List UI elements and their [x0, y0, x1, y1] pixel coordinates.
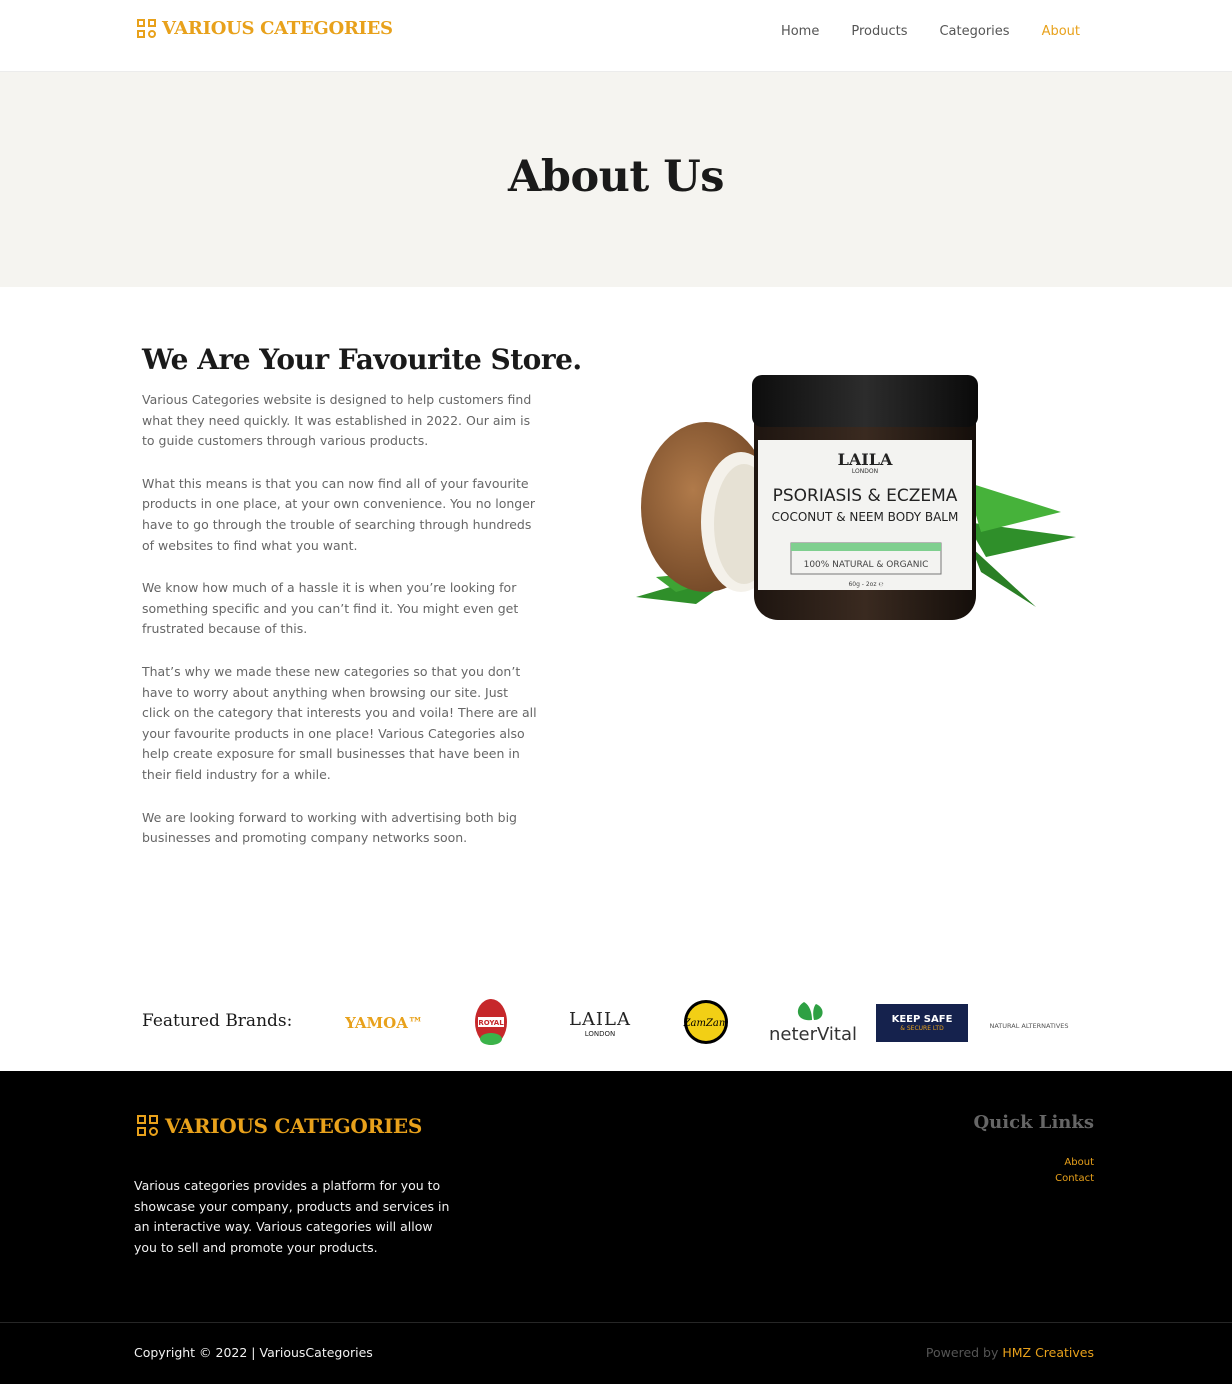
brand-logo-text: LAILA — [568, 1008, 631, 1030]
nav-about[interactable]: About — [1042, 24, 1080, 39]
main-nav: Home Products Categories About — [781, 24, 1080, 39]
footer-divider — [0, 1322, 1232, 1323]
nav-products[interactable]: Products — [851, 24, 907, 39]
brand-logo-yamoa[interactable]: YAMOA™ — [338, 1008, 430, 1038]
hero-banner: About Us — [0, 72, 1232, 287]
nav-categories[interactable]: Categories — [939, 24, 1009, 39]
brand-logo-natural-alternatives[interactable]: NATURAL ALTERNATIVES — [980, 1016, 1078, 1036]
about-paragraph: We know how much of a hassle it is when … — [142, 580, 519, 637]
site-logo[interactable]: VARIOUS CATEGORIES — [137, 18, 393, 39]
copyright: Copyright © 2022 | VariousCategories — [134, 1345, 373, 1360]
product-line1: PSORIASIS & ECZEMA — [773, 486, 958, 506]
brand-logo-sub: & SECURE LTD — [900, 1025, 944, 1032]
brand-logo-text: KEEP SAFE — [891, 1014, 953, 1025]
site-logo-text: VARIOUS CATEGORIES — [162, 18, 393, 39]
brand-logo-text: ZamZam — [683, 1018, 729, 1029]
brand-logo-laila[interactable]: LAILA LONDON — [558, 1002, 642, 1044]
brand-logo-keepsafe[interactable]: KEEP SAFE & SECURE LTD — [876, 1004, 968, 1042]
product-brand-sub: LONDON — [852, 468, 878, 475]
product-line2: COCONUT & NEEM BODY BALM — [772, 510, 959, 524]
about-text: Various Categories website is designed t… — [142, 390, 537, 871]
brand-logo-sub: LONDON — [584, 1029, 616, 1038]
brand-logo-text: YAMOA™ — [345, 1014, 423, 1032]
brand-logo-zamzam[interactable]: ZamZam — [682, 1000, 730, 1044]
site-header: VARIOUS CATEGORIES Home Products Categor… — [0, 0, 1232, 72]
product-weight: 60g - 2oz ℮ — [848, 581, 883, 588]
brand-logo-text: NATURAL ALTERNATIVES — [989, 1022, 1069, 1030]
about-paragraph: We are looking forward to working with a… — [142, 809, 517, 846]
brand-logo-royal[interactable]: ROYAL — [470, 997, 512, 1047]
powered-by: Powered by HMZ Creatives — [926, 1345, 1094, 1360]
footer-logo[interactable]: VARIOUS CATEGORIES — [137, 1114, 422, 1138]
footer-link-about[interactable]: About — [1055, 1155, 1094, 1171]
product-image: LAILA LONDON PSORIASIS & ECZEMA COCONUT … — [636, 372, 1080, 628]
featured-brands-label: Featured Brands: — [142, 1011, 293, 1031]
brand-logo-netervital[interactable]: neterVital — [764, 998, 862, 1046]
jar-icon: LAILA LONDON PSORIASIS & ECZEMA COCONUT … — [752, 375, 978, 620]
powered-by-prefix: Powered by — [925, 1345, 999, 1360]
quick-links-title: Quick Links — [973, 1112, 1095, 1133]
grid-icon — [137, 1115, 159, 1137]
page-title: About Us — [508, 152, 724, 202]
quick-links: About Contact — [1055, 1155, 1094, 1187]
footer-logo-text: VARIOUS CATEGORIES — [165, 1114, 422, 1138]
product-illustration: LAILA LONDON PSORIASIS & ECZEMA COCONUT … — [636, 375, 1076, 620]
grid-icon — [137, 18, 157, 39]
product-badge: 100% NATURAL & ORGANIC — [804, 560, 929, 570]
about-paragraph: What this means is that you can now find… — [142, 475, 536, 553]
about-paragraph: That’s why we made these new categories … — [142, 663, 537, 782]
footer-link-contact[interactable]: Contact — [1055, 1171, 1094, 1187]
powered-by-link[interactable]: HMZ Creatives — [1002, 1345, 1094, 1360]
brand-logo-text: neterVital — [769, 1024, 857, 1045]
brand-logo-text: ROYAL — [478, 1019, 504, 1027]
about-heading: We Are Your Favourite Store. — [142, 343, 582, 376]
about-paragraph: Various Categories website is designed t… — [142, 392, 532, 449]
footer-description: Various categories provides a platform f… — [134, 1178, 450, 1255]
nav-home[interactable]: Home — [781, 24, 819, 39]
product-brand: LAILA — [838, 450, 893, 469]
